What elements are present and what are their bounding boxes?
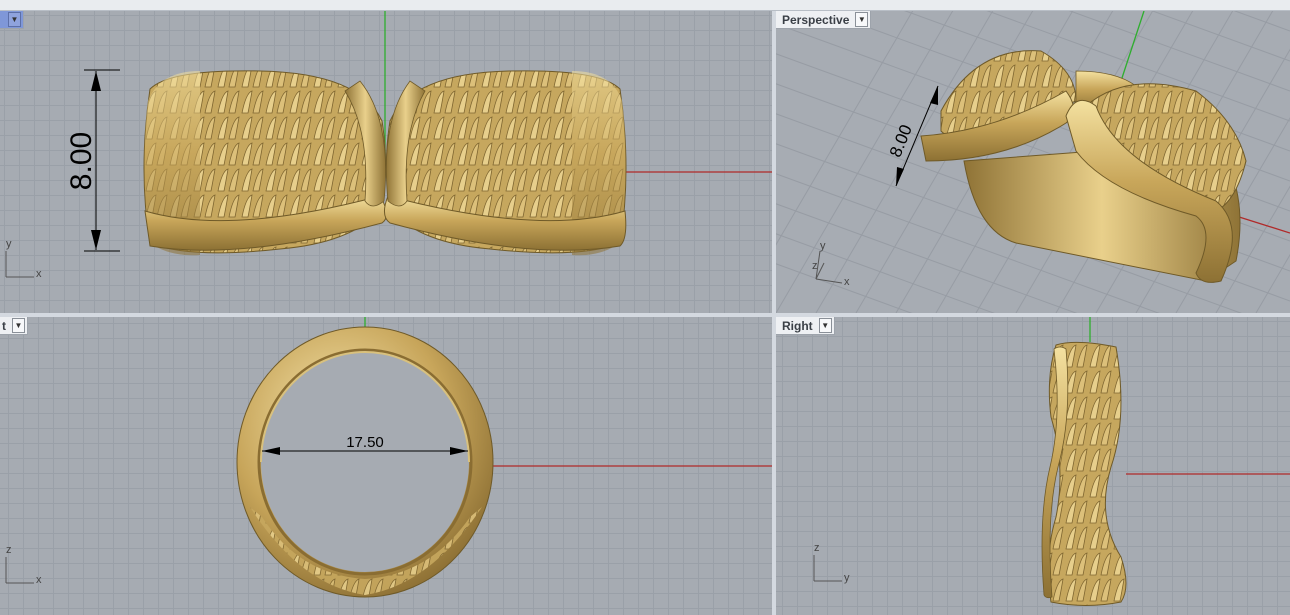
svg-text:x: x (36, 268, 42, 280)
y-axis-line (1120, 11, 1145, 82)
svg-text:z: z (814, 542, 820, 554)
chevron-down-icon[interactable]: ▼ (818, 318, 832, 333)
ring-side (1041, 341, 1127, 606)
right-viewport[interactable]: Right ▼ z y (776, 317, 1290, 615)
axis-icon: z y (813, 542, 850, 584)
ring-front (236, 326, 494, 598)
viewport-title-perspective[interactable]: Perspective ▼ (776, 11, 872, 29)
axis-icon: z x (5, 544, 42, 586)
perspective-scene: 8.00 y z x (776, 11, 1290, 313)
window-top-strip (0, 0, 1290, 11)
dimension-label: 8.00 (886, 122, 916, 160)
ring-left-wing (143, 70, 387, 256)
height-dimension: 8.00 (65, 69, 120, 252)
viewport-title-label: t (2, 318, 6, 333)
viewport-title-right[interactable]: Right ▼ (776, 317, 835, 335)
chevron-down-icon[interactable]: ▼ (12, 318, 25, 333)
svg-text:y: y (6, 238, 12, 250)
ring-perspective (920, 50, 1247, 283)
svg-text:z: z (6, 544, 12, 556)
perspective-viewport[interactable]: 8.00 y z x Perspective ▼ (776, 11, 1290, 313)
chevron-down-icon[interactable]: ▼ (855, 12, 869, 27)
svg-text:y: y (844, 572, 850, 584)
viewport-title-label: Right (782, 318, 813, 333)
viewport-title-label: Perspective (782, 12, 850, 27)
viewport-title-front[interactable]: t ▼ (0, 317, 28, 335)
dimension-label: 8.00 (65, 132, 98, 190)
front-view-scene: 17.50 z x (5, 317, 772, 598)
front-viewport[interactable]: t ▼ 17.50 z x (0, 317, 772, 615)
svg-text:x: x (844, 276, 850, 288)
chevron-down-icon[interactable]: ▼ (8, 12, 21, 27)
top-view-scene: 8.00 y x (5, 11, 772, 280)
top-viewport[interactable]: ▼ 8.00 y x (0, 11, 772, 313)
right-view-scene: z y (813, 317, 1290, 606)
svg-text:z: z (812, 260, 818, 272)
ring-right-wing (384, 70, 627, 256)
axis-icon: y x (5, 238, 42, 280)
svg-text:y: y (820, 240, 826, 252)
dimension-label: 17.50 (346, 434, 384, 451)
viewport-title-top[interactable]: ▼ (0, 11, 24, 29)
svg-text:x: x (36, 574, 42, 586)
